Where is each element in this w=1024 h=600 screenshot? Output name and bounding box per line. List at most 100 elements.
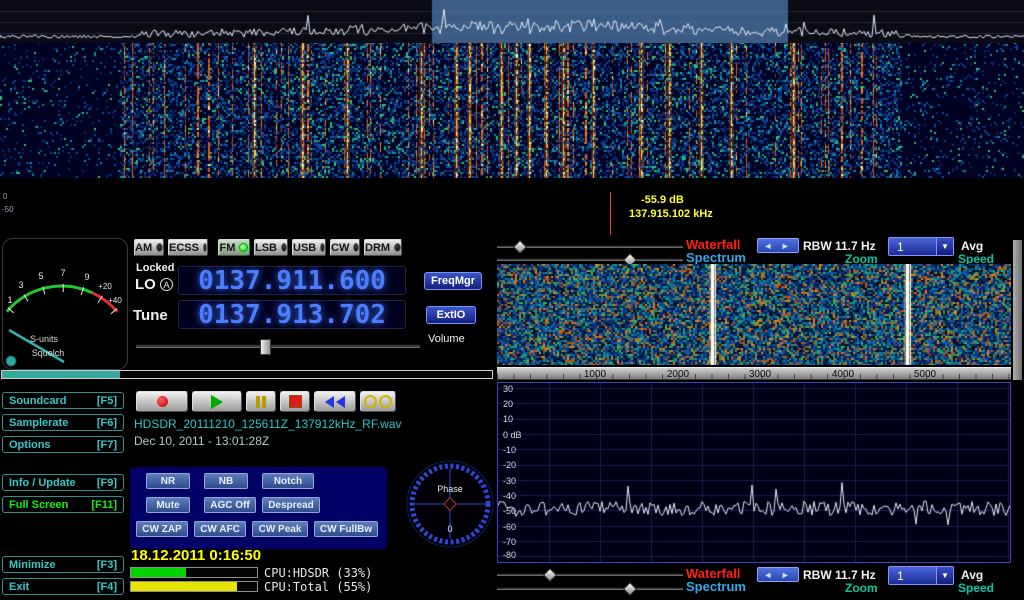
audio-level-fill: [2, 371, 120, 378]
rewind-icon: [325, 396, 334, 408]
s-meter-tick-label: 9: [84, 272, 89, 282]
button-label: Full Screen: [9, 499, 68, 511]
s-meter-tick-label: +20: [98, 282, 112, 291]
button-label: Exit: [9, 581, 29, 593]
pause-icon: [256, 396, 260, 408]
audio-level-bar[interactable]: [1, 370, 493, 379]
ecss-led-icon: [203, 243, 207, 252]
spectrum-label: Spectrum: [686, 250, 746, 265]
mode-usb-button[interactable]: USB: [292, 239, 326, 256]
avg-speed-dropdown-bottom[interactable]: 1 ▼: [888, 566, 954, 585]
loop-button[interactable]: [360, 391, 396, 412]
play-icon: [211, 395, 223, 409]
phase-dial[interactable]: Phase 0: [406, 452, 494, 550]
db-tick: 10: [503, 414, 513, 424]
chevron-down-icon[interactable]: ▼: [936, 238, 953, 255]
waterfall-contrast-thumb-bottom[interactable]: [623, 582, 637, 596]
cw-peak-button[interactable]: CW Peak: [252, 521, 308, 537]
mode-cw-button[interactable]: CW: [330, 239, 360, 256]
record-button[interactable]: [136, 391, 188, 412]
minimize-button[interactable]: Minimize[F3]: [2, 556, 124, 573]
waterfall-contrast-slider[interactable]: [497, 258, 683, 261]
s-meter-tick-label: 1: [7, 295, 12, 305]
mode-ecss-button[interactable]: ECSS: [168, 239, 208, 256]
audio-waterfall[interactable]: [497, 264, 1011, 365]
recording-datetime: Dec 10, 2011 - 13:01:28Z: [134, 434, 269, 448]
avg-speed-dropdown[interactable]: 1 ▼: [888, 237, 954, 256]
phase-label: Phase: [437, 484, 463, 494]
mode-label: DRM: [365, 242, 390, 254]
chevron-down-icon[interactable]: ▼: [936, 567, 953, 584]
shift-arrows-button[interactable]: ◄ ►: [757, 238, 799, 253]
info-update-button[interactable]: Info / Update[F9]: [2, 474, 124, 491]
nb-button[interactable]: NB: [204, 473, 248, 489]
full-screen-button[interactable]: Full Screen[F11]: [2, 496, 124, 513]
extio-button[interactable]: ExtIO: [426, 306, 476, 324]
waterfall-brightness-thumb-bottom[interactable]: [543, 568, 557, 582]
spectrum-label-bottom: Spectrum: [686, 579, 746, 594]
loop-icon: [364, 395, 377, 408]
freqmgr-button[interactable]: FreqMgr: [424, 272, 482, 290]
db-tick: -20: [503, 460, 516, 470]
mode-label: CW: [331, 242, 349, 254]
exit-button[interactable]: Exit[F4]: [2, 578, 124, 595]
audio-freq-tick: 3000: [749, 369, 771, 380]
waterfall-brightness-slider[interactable]: [497, 245, 683, 248]
main-spectrum-strip[interactable]: [0, 0, 1024, 43]
despread-button[interactable]: Despread: [262, 497, 320, 513]
rbw-label: RBW 11.7 Hz: [803, 239, 876, 253]
cw-afc-button[interactable]: CW AFC: [194, 521, 246, 537]
waterfall-brightness-slider-bottom[interactable]: [497, 573, 683, 576]
play-button[interactable]: [192, 391, 242, 412]
soundcard-button[interactable]: Soundcard[F5]: [2, 392, 124, 409]
cw-zap-button[interactable]: CW ZAP: [136, 521, 188, 537]
stop-button[interactable]: [280, 391, 310, 412]
options-button[interactable]: Options[F7]: [2, 436, 124, 453]
s-meter-tick-label: +40: [108, 296, 122, 305]
cursor-db-readout: -55.9 dB: [641, 194, 684, 206]
volume-label: Volume: [428, 333, 465, 345]
lo-label: LO: [135, 276, 156, 293]
db-tick: -50: [503, 506, 516, 516]
cw-fullbw-button[interactable]: CW FullBw: [314, 521, 378, 537]
mode-drm-button[interactable]: DRM: [364, 239, 402, 256]
mode-label: AM: [135, 242, 152, 254]
mute-button[interactable]: Mute: [146, 497, 190, 513]
waterfall-brightness-thumb[interactable]: [513, 240, 527, 254]
audio-frequency-ruler[interactable]: 1000 2000 3000 4000 5000: [497, 367, 1011, 380]
db-tick: -40: [503, 491, 516, 501]
pause-button[interactable]: [246, 391, 276, 412]
lo-a-badge[interactable]: A: [160, 278, 173, 291]
mode-fm-button[interactable]: FM: [218, 239, 250, 256]
agc-button[interactable]: AGC Off: [204, 497, 256, 513]
cursor-freq-readout: 137.915.102 kHz: [629, 208, 713, 220]
volume-slider[interactable]: [136, 344, 420, 348]
volume-slider-thumb[interactable]: [260, 339, 271, 355]
squelch-knob[interactable]: [6, 356, 16, 366]
fm-led-icon: [239, 243, 248, 252]
rewind-button[interactable]: [314, 391, 356, 412]
audio-spectrum[interactable]: [498, 383, 1010, 562]
waterfall-contrast-slider-bottom[interactable]: [497, 587, 683, 590]
mode-lsb-button[interactable]: LSB: [254, 239, 288, 256]
db-tick: -70: [503, 537, 516, 547]
button-fkey: [F6]: [97, 417, 117, 429]
shift-arrows-button-bottom[interactable]: ◄ ►: [757, 567, 799, 582]
audio-freq-tick: 2000: [667, 369, 689, 380]
mode-am-button[interactable]: AM: [134, 239, 164, 256]
notch-button[interactable]: Notch: [262, 473, 314, 489]
samplerate-button[interactable]: Samplerate[F6]: [2, 414, 124, 431]
hdsdr-window: { "top_ruler": {"ticks": ["137885","1378…: [0, 0, 1024, 600]
db-tick: -60: [503, 522, 516, 532]
tune-frequency-display[interactable]: 0137.913.702: [178, 300, 406, 329]
stop-icon: [289, 395, 302, 408]
strip-db-label: -50: [2, 205, 14, 214]
s-meter[interactable]: 1 3 5 7 9 +20 +40 S-units Squelch: [2, 238, 128, 370]
nr-button[interactable]: NR: [146, 473, 190, 489]
lo-frequency-display[interactable]: 0137.911.600: [178, 266, 406, 295]
waterfall-scrollbar[interactable]: [1013, 240, 1022, 380]
button-fkey: [F7]: [97, 439, 117, 451]
record-icon: [157, 396, 168, 407]
audio-spectrum-panel[interactable]: 30 20 10 0 dB -10 -20 -30 -40 -50 -60 -7…: [497, 382, 1011, 563]
cw-led-icon: [353, 243, 359, 252]
